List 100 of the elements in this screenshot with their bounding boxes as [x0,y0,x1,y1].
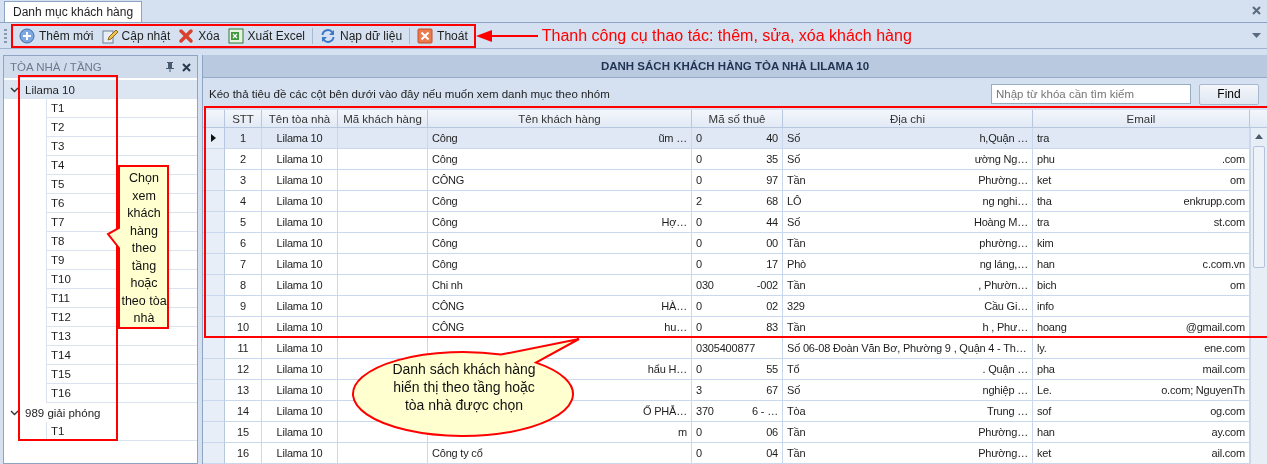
cell-text: om [1230,279,1245,291]
row-indicator[interactable] [203,128,225,149]
cell-text: Công [432,216,458,228]
column-header[interactable]: Tên tòa nhà [262,110,338,128]
tree-item[interactable]: T5 [51,178,65,190]
tree-item[interactable]: T2 [51,121,65,133]
tree-item[interactable]: T10 [51,273,71,285]
cell-text: han [1037,258,1055,270]
cell-text: 6 - … [752,405,778,417]
tree-item[interactable]: T1 [51,425,65,437]
cell-text: 329 [787,300,805,312]
refresh-icon [320,27,336,44]
tree-item[interactable]: T16 [51,387,71,399]
toolbar-button[interactable]: Thêm mới [15,26,98,45]
cell-text: Phường… [978,426,1028,438]
cell-text: 35 [766,153,778,165]
scroll-up-icon[interactable] [1255,134,1263,139]
tree-item[interactable]: T3 [51,140,65,152]
cell-text: 83 [766,321,778,333]
column-header[interactable]: Email [1033,110,1250,128]
cell-text: 0 [696,174,702,186]
cell-text: 06 [766,426,778,438]
tree-item[interactable]: T11 [51,292,70,304]
table-cell: 7 [225,254,262,275]
toolbar-button[interactable]: Cập nhật [97,26,175,45]
column-header[interactable]: Địa chi [783,110,1033,128]
table-cell: Lilama 10 [262,296,338,317]
table-cell: Lilama 10 [262,212,338,233]
tree-item[interactable]: T6 [51,197,65,209]
scrollbar[interactable] [1250,128,1267,464]
cell-text: 97 [766,174,778,186]
table-cell: Lilama 10 [262,443,338,464]
cell-text: phường… [979,237,1028,249]
tree-item[interactable]: T12 [51,311,71,323]
cell-text: 02 [766,300,778,312]
tree-item[interactable]: T15 [51,368,71,380]
tree-item[interactable]: T4 [51,159,65,171]
close-icon[interactable] [1252,6,1261,15]
tree-node[interactable]: 989 giải phóng [4,403,197,422]
table-cell: 3 [225,170,262,191]
table-cell: Lilama 10 [262,401,338,422]
header-corner [1250,110,1267,128]
cell-text: hu… [664,321,687,333]
scroll-thumb[interactable] [1253,146,1265,268]
toolbar-button[interactable]: Xóa [174,26,224,45]
table-cell: 15 [225,422,262,443]
pin-icon[interactable] [166,62,174,72]
cell-text: -002 [756,279,778,291]
cell-text: @gmail.com [1185,321,1245,333]
find-button[interactable]: Find [1199,83,1259,105]
tree-node[interactable]: Lilama 10 [4,80,197,99]
cell-text: nghiệp … [982,384,1028,396]
cell-text: Tần [787,174,806,186]
column-header[interactable]: STT [225,110,262,128]
cell-text: m [678,426,687,438]
cell-text: info [1037,300,1054,312]
table-cell: 14 [225,401,262,422]
close-icon[interactable] [182,62,191,72]
cell-text: Hợ… [661,216,687,228]
cell-text: 3 [696,384,702,396]
tree-item[interactable]: T13 [51,330,71,342]
cell-text: 0 [696,426,702,438]
cell-text: Tần [787,237,806,249]
callout-tooltip: Chọn xem khách hàng theo tầng hoặc theo tòa nhà [106,164,170,330]
cell-text: Tần [787,447,806,459]
cell-text: ng nghi… [982,195,1028,207]
tab[interactable]: Danh mục khách hàng [4,1,143,22]
cell-text: han [1037,426,1055,438]
column-header[interactable]: Mã khách hàng [338,110,428,128]
toolbar-button[interactable]: Xuất Excel [223,26,309,45]
toolbar-button[interactable]: Thoát [413,26,472,45]
cell-text: mail.com [1202,363,1245,375]
cell-text: hoang [1037,321,1067,333]
toolbar-button[interactable]: Nạp dữ liệu [316,26,407,45]
tree-item[interactable]: T9 [51,254,65,266]
cell-text: 0 [696,447,702,459]
cell-text: 44 [766,216,778,228]
cell-text: 0305400877 [696,342,756,354]
tree-item[interactable]: T7 [51,216,65,228]
table-cell: 10 [225,317,262,338]
search-field[interactable]: Nhập từ khóa cần tìm kiếm [991,84,1191,105]
cell-text: Tần [787,321,806,333]
cell-text: o.com; NguyenTh [1161,384,1245,396]
cell-text: om [1230,174,1245,186]
table-cell: 12 [225,359,262,380]
chevron-icon[interactable] [10,85,19,94]
cell-text: bich [1037,279,1057,291]
tree-item[interactable]: T1 [51,102,65,114]
column-header[interactable]: Tên khách hàng [428,110,692,128]
column-header[interactable]: Mã số thuê [692,110,783,128]
cell-text: Ố PHẪ… [642,405,687,417]
chevron-icon[interactable] [10,408,19,417]
cell-text: 40 [766,132,778,144]
table-cell: 5 [225,212,262,233]
tree-item[interactable]: T8 [51,235,65,247]
dropdown-icon[interactable] [1252,33,1261,38]
cell-text: hẩu H… [647,363,687,375]
cell-text: 0 [696,363,702,375]
tree-item[interactable]: T14 [51,349,71,361]
cell-text: Tần [787,426,806,438]
